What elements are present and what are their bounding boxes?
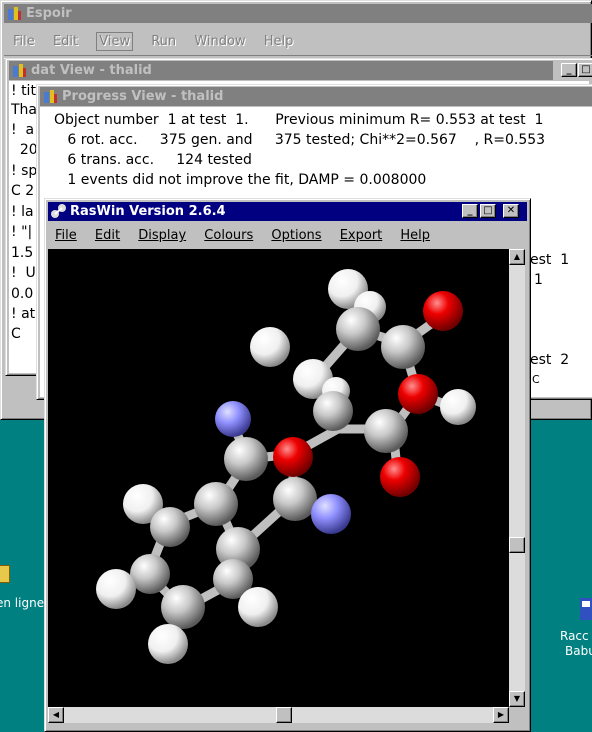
raswin-menu-display[interactable]: Display [138, 228, 186, 243]
atom-carbon [194, 482, 238, 526]
dat-line: ! a [11, 122, 35, 138]
dat-line: C [11, 326, 21, 342]
dat-line: ! "| [11, 224, 33, 240]
raswin-icon [51, 204, 66, 218]
atom-nitrogen [215, 401, 251, 437]
close-icon: ✕ [506, 205, 516, 216]
atom-carbon [130, 554, 170, 594]
progress-view-titlebar[interactable]: Progress View - thalid [40, 87, 592, 106]
progress-fragment: est 1 [530, 252, 570, 268]
atom-oxygen [380, 457, 420, 497]
minimize-button[interactable]: _ [561, 63, 577, 77]
atom-oxygen [423, 291, 463, 331]
progress-fragment: est 2 [530, 352, 570, 368]
app-icon [44, 90, 57, 103]
desktop-label-right-2[interactable]: Babu [565, 644, 592, 659]
molecule-viewport[interactable] [48, 249, 509, 707]
atom-carbon [150, 507, 190, 547]
atom-carbon [273, 477, 317, 521]
espoir-titlebar[interactable]: Espoir [4, 4, 592, 23]
progress-line: 6 rot. acc. 375 gen. and 375 tested; Chi… [54, 132, 546, 148]
raswin-menu-edit[interactable]: Edit [95, 228, 120, 243]
desktop-app-icon[interactable] [576, 598, 592, 620]
scroll-left-icon: ◀ [52, 710, 60, 719]
dat-line: ! la [11, 204, 34, 220]
espoir-title: Espoir [26, 6, 72, 21]
scroll-thumb[interactable] [509, 537, 525, 553]
atom-oxygen [273, 437, 313, 477]
atom-hydrogen [238, 587, 278, 627]
dat-line: Tha [11, 102, 38, 118]
atom-nitrogen [311, 494, 351, 534]
progress-line: 6 trans. acc. 124 tested [54, 152, 252, 168]
app-icon [8, 7, 21, 20]
close-button[interactable]: ✕ [503, 204, 519, 218]
menu-file[interactable]: File [13, 34, 35, 49]
dat-line: 20 [11, 142, 38, 158]
scroll-right-icon: ▶ [497, 710, 505, 719]
atom-carbon [161, 585, 205, 629]
atom-hydrogen [250, 327, 290, 367]
raswin-window: RasWin Version 2.6.4 _ □ ✕ File Edit Dis… [44, 198, 531, 732]
raswin-menubar: File Edit Display Colours Options Export… [55, 226, 444, 246]
desktop-folder-icon[interactable] [0, 565, 10, 583]
atom-hydrogen [96, 569, 136, 609]
atom-hydrogen [440, 389, 476, 425]
molecule-render[interactable] [48, 249, 509, 707]
scroll-up-icon: ▲ [513, 252, 521, 261]
minimize-button[interactable]: _ [462, 204, 478, 218]
menu-run[interactable]: Run [151, 34, 176, 49]
scroll-down-button[interactable]: ▼ [509, 691, 525, 707]
dat-line: ! tit [11, 83, 36, 99]
dat-view-titlebar[interactable]: dat View - thalid [9, 61, 553, 80]
raswin-menu-help[interactable]: Help [400, 228, 430, 243]
desktop-label-right-1[interactable]: Racc [560, 629, 589, 644]
progress-line: Object number 1 at test 1. Previous mini… [54, 112, 544, 128]
progress-fragment: 1 [534, 272, 543, 288]
raswin-menu-options[interactable]: Options [271, 228, 321, 243]
atom-carbon [336, 307, 380, 351]
raswin-title: RasWin Version 2.6.4 [70, 204, 226, 219]
app-icon [13, 64, 26, 77]
atom-carbon [313, 391, 353, 431]
progress-line: 1 events did not improve the fit, DAMP =… [54, 172, 427, 188]
menu-edit[interactable]: Edit [53, 34, 78, 49]
atom-hydrogen [148, 624, 188, 664]
raswin-menu-file[interactable]: File [55, 228, 77, 243]
maximize-button[interactable]: □ [578, 63, 592, 77]
dat-line: ! at [11, 306, 36, 322]
dat-line: 0.0 [11, 286, 34, 302]
raswin-titlebar[interactable]: RasWin Version 2.6.4 [48, 202, 527, 221]
scroll-corner [509, 707, 525, 723]
dat-line: ! U [11, 265, 36, 281]
raswin-menu-export[interactable]: Export [340, 228, 383, 243]
desktop-label-left[interactable]: en ligne [0, 596, 44, 611]
espoir-menubar: File Edit View Run Window Help [13, 32, 307, 52]
raswin-hscrollbar[interactable]: ◀ ▶ [48, 707, 509, 723]
dat-line: C 2 [11, 183, 35, 199]
raswin-menu-colours[interactable]: Colours [204, 228, 253, 243]
shortcut-icon [580, 598, 592, 620]
progress-view-title: Progress View - thalid [62, 89, 224, 104]
dat-view-title: dat View - thalid [31, 63, 152, 78]
scroll-thumb-horizontal[interactable] [276, 707, 292, 723]
menu-view[interactable]: View [96, 32, 134, 51]
maximize-button[interactable]: □ [480, 204, 496, 218]
atom-carbon [364, 409, 408, 453]
menu-help[interactable]: Help [264, 34, 294, 49]
scroll-left-button[interactable]: ◀ [48, 707, 64, 723]
atom-oxygen [398, 374, 438, 414]
menu-window[interactable]: Window [194, 34, 245, 49]
scroll-right-button[interactable]: ▶ [493, 707, 509, 723]
dat-line: 1.5 [11, 245, 34, 261]
scroll-down-icon: ▼ [513, 694, 521, 703]
progress-fragment: C [532, 373, 540, 386]
dat-line: ! sp [11, 163, 38, 179]
atom-carbon [224, 437, 268, 481]
atom-carbon [381, 325, 425, 369]
scroll-up-button[interactable]: ▲ [509, 249, 525, 265]
raswin-vscrollbar[interactable]: ▲ ▼ [509, 249, 525, 707]
